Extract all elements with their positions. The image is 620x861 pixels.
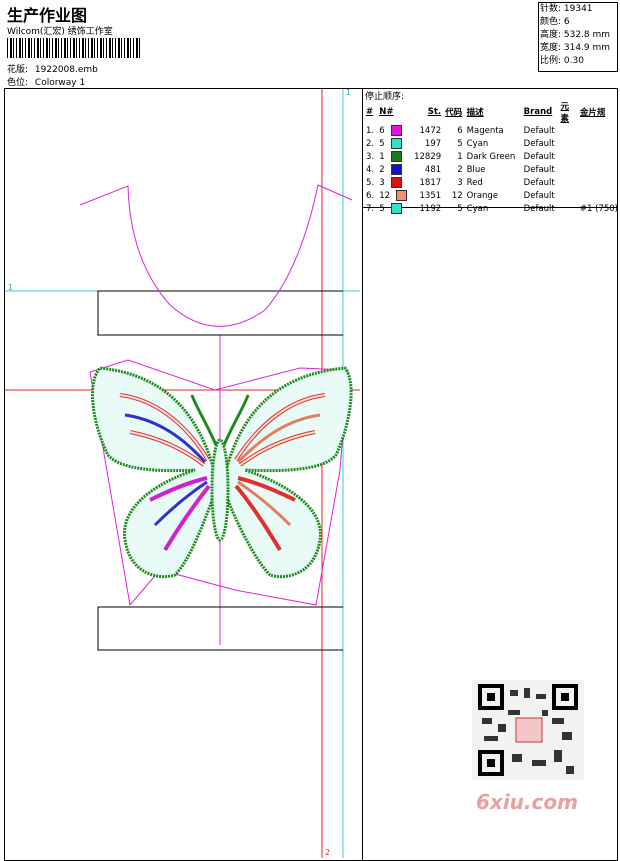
guide-label-top: 1 (346, 88, 352, 97)
watermark-logo: 6xiu.com (476, 790, 578, 814)
guide-label-bottom: 2 (325, 848, 331, 857)
qr-code-image (478, 684, 578, 776)
neckline-outline (79, 184, 353, 327)
hoop-bracket-top (97, 290, 343, 336)
guide-label-left: 1 (8, 283, 14, 292)
butterfly-motif (91, 366, 353, 579)
butterfly-body (210, 438, 230, 542)
qr-code (472, 680, 584, 780)
left-wing (91, 366, 216, 579)
